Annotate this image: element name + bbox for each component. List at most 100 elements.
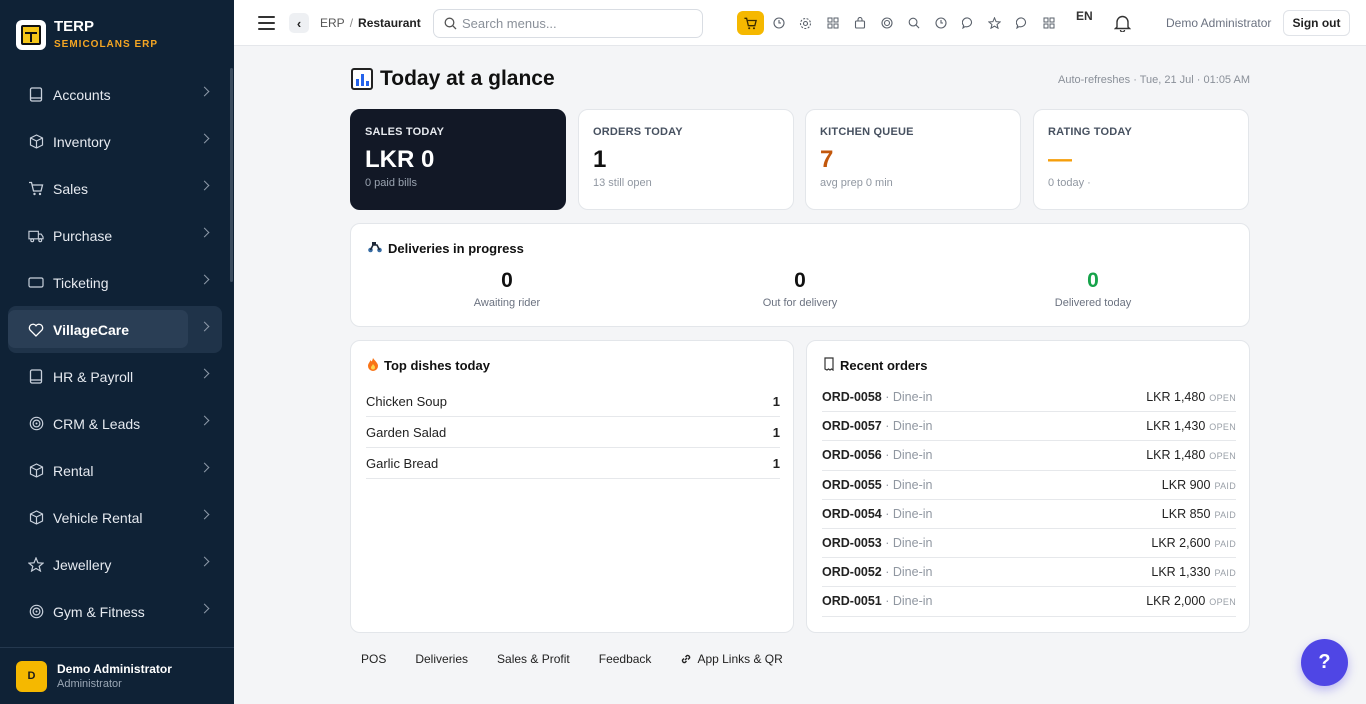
order-amount: LKR 1,430 — [1146, 419, 1206, 434]
sidebar-item-sales[interactable]: Sales — [8, 165, 222, 212]
link-app-links-qr[interactable]: App Links & QR — [680, 652, 811, 666]
order-type: · Dine-in — [881, 594, 933, 609]
kpi-sales-today[interactable]: SALES TODAY LKR 0 0 paid bills — [350, 109, 566, 210]
dish-name: Chicken Soup — [366, 393, 447, 409]
star-icon[interactable] — [981, 11, 1008, 35]
order-id: ORD-0053 — [822, 536, 882, 551]
bag-icon[interactable] — [846, 11, 873, 35]
search-icon[interactable] — [900, 11, 927, 35]
chevron-right-icon — [199, 321, 210, 332]
order-type: · Dine-in — [881, 506, 933, 521]
top-dishes-title-text: Top dishes today — [384, 358, 490, 373]
table-row[interactable]: ORD-0058 · Dine-in LKR 1,480 OPEN — [822, 383, 1236, 413]
clock-icon[interactable] — [927, 11, 954, 35]
chevron-right-icon — [199, 274, 210, 285]
list-item[interactable]: Chicken Soup 1 — [366, 386, 780, 417]
chat-icon[interactable] — [1008, 11, 1035, 35]
table-row[interactable]: ORD-0054 · Dine-in LKR 850 PAID — [822, 500, 1236, 529]
sidebar-user[interactable]: D Demo Administrator Administrator — [0, 647, 234, 704]
sidebar-item-crm-leads[interactable]: CRM & Leads — [8, 400, 222, 447]
stat-value: 0 — [794, 269, 806, 292]
grid-icon[interactable] — [819, 11, 846, 35]
status-badge: OPEN — [1209, 422, 1236, 433]
menu-icon[interactable] — [258, 16, 275, 34]
sidebar-item-label: Inventory — [53, 133, 111, 150]
list-item[interactable]: Garlic Bread 1 — [366, 448, 780, 479]
kpi-label: KITCHEN QUEUE — [820, 126, 914, 138]
gear-icon[interactable] — [792, 11, 819, 35]
kpi-label: ORDERS TODAY — [593, 126, 683, 138]
table-row[interactable]: ORD-0055 · Dine-in LKR 900 PAID — [822, 471, 1236, 500]
brand[interactable]: TERP SEMICOLANS ERP — [16, 18, 158, 52]
back-button[interactable]: ‹ — [289, 13, 309, 33]
sidebar-item-label: CRM & Leads — [53, 415, 141, 432]
box-icon — [28, 463, 44, 479]
table-row[interactable]: ORD-0057 · Dine-in LKR 1,430 OPEN — [822, 412, 1236, 442]
status-badge: OPEN — [1209, 597, 1236, 608]
stat-label: Out for delivery — [762, 297, 838, 309]
chevron-right-icon — [199, 133, 210, 144]
link-icon — [682, 654, 691, 664]
sidebar-item-purchase[interactable]: Purchase — [8, 212, 222, 259]
kpi-rating-today[interactable]: RATING TODAY — 0 today · — [1033, 109, 1249, 210]
link-deliveries[interactable]: Deliveries — [415, 652, 468, 666]
order-amount: LKR 850 — [1161, 506, 1211, 521]
sidebar-item-accounts[interactable]: Accounts — [8, 71, 222, 118]
sidebar-item-label: HR & Payroll — [53, 368, 134, 385]
chevron-right-icon — [199, 86, 210, 97]
language-switcher[interactable]: EN — [1076, 9, 1093, 23]
sidebar-item-hr-payroll[interactable]: HR & Payroll — [8, 353, 222, 400]
brand-name: TERP — [54, 18, 95, 35]
kpi-kitchen-queue[interactable]: KITCHEN QUEUE 7 avg prep 0 min — [805, 109, 1021, 210]
book-icon — [28, 87, 44, 103]
table-row[interactable]: ORD-0052 · Dine-in LKR 1,330 PAID — [822, 558, 1236, 588]
kpi-value: — — [1048, 146, 1072, 173]
search-box[interactable] — [433, 9, 703, 38]
status-badge: OPEN — [1209, 393, 1236, 404]
dish-name: Garlic Bread — [366, 455, 439, 471]
stat-delivered-today: 0 Delivered today — [1013, 269, 1173, 309]
table-row[interactable]: ORD-0053 · Dine-in LKR 2,600 PAID — [822, 529, 1236, 559]
kpi-value: 7 — [820, 146, 834, 173]
sidebar-item-gym-fitness[interactable]: Gym & Fitness — [8, 588, 222, 635]
sidebar-item-villagecare[interactable]: VillageCare — [8, 306, 222, 353]
star-icon — [28, 557, 44, 573]
table-row[interactable]: ORD-0051 · Dine-in LKR 2,000 OPEN — [822, 587, 1236, 617]
sidebar-scrollbar[interactable] — [230, 68, 233, 282]
table-row[interactable]: ORD-0056 · Dine-in LKR 1,480 OPEN — [822, 441, 1236, 471]
order-id: ORD-0057 — [822, 419, 882, 434]
sidebar-item-label: Accounts — [53, 86, 111, 103]
chevron-right-icon — [199, 603, 210, 614]
pos-cart-icon[interactable] — [737, 11, 764, 35]
link-pos[interactable]: POS — [361, 652, 386, 666]
bell-icon[interactable] — [1113, 14, 1132, 37]
signout-button[interactable]: Sign out — [1283, 10, 1350, 36]
recent-orders-card: Recent orders ORD-0058 · Dine-in LKR 1,48… — [806, 340, 1250, 633]
chevron-right-icon — [199, 415, 210, 426]
sidebar-item-ticketing[interactable]: Ticketing — [8, 259, 222, 306]
breadcrumb-erp[interactable]: ERP — [320, 16, 345, 30]
link-sales-profit[interactable]: Sales & Profit — [497, 652, 570, 666]
grid-icon[interactable] — [1035, 11, 1062, 35]
search-input[interactable] — [462, 16, 692, 31]
list-item[interactable]: Garden Salad 1 — [366, 417, 780, 448]
chat-icon[interactable] — [954, 11, 981, 35]
sidebar-item-inventory[interactable]: Inventory — [8, 118, 222, 165]
stat-label: Awaiting rider — [473, 297, 541, 309]
truck-icon — [28, 228, 44, 244]
sidebar-item-vehicle-rental[interactable]: Vehicle Rental — [8, 494, 222, 541]
sidebar-item-label: Sales — [53, 180, 89, 197]
recent-orders-title: Recent orders — [823, 357, 927, 374]
link-feedback[interactable]: Feedback — [599, 652, 652, 666]
sidebar-item-rental[interactable]: Rental — [8, 447, 222, 494]
help-button[interactable]: ? — [1301, 639, 1348, 686]
toolbar-icons — [737, 11, 1062, 35]
stat-awaiting-rider: 0 Awaiting rider — [427, 269, 587, 309]
target-icon[interactable] — [873, 11, 900, 35]
sidebar-item-jewellery[interactable]: Jewellery — [8, 541, 222, 588]
kpi-orders-today[interactable]: ORDERS TODAY 1 13 still open — [578, 109, 794, 210]
clock-icon[interactable] — [765, 11, 792, 35]
bar-chart-icon — [351, 68, 373, 90]
search-icon — [444, 17, 457, 30]
kpi-sub: 13 still open — [593, 177, 652, 189]
